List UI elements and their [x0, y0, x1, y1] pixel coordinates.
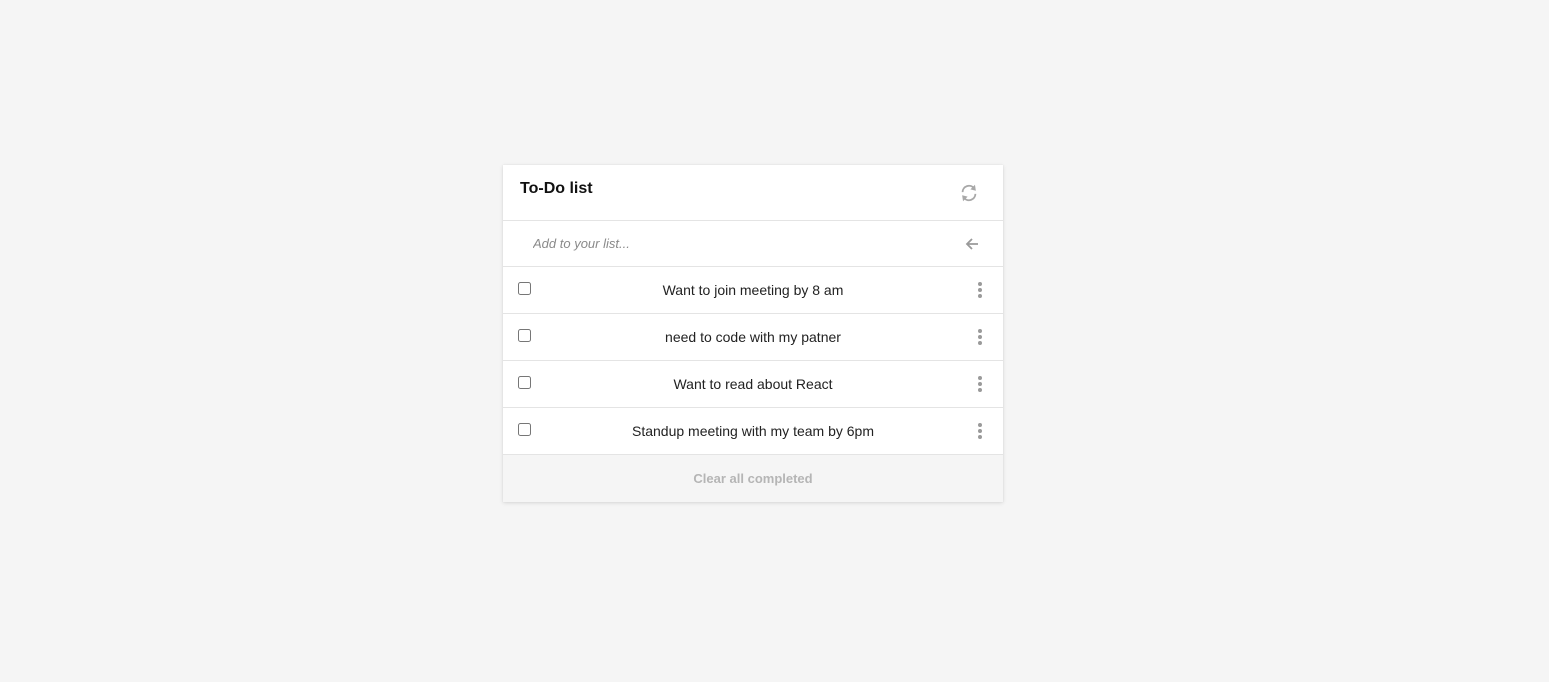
more-vertical-icon	[978, 376, 982, 392]
more-vertical-icon	[978, 282, 982, 298]
more-vertical-icon	[978, 329, 982, 345]
todo-card: To-Do list Want to join meeting by 8 am	[503, 165, 1003, 502]
more-vertical-icon	[978, 423, 982, 439]
todo-item: Want to join meeting by 8 am	[503, 267, 1003, 314]
todo-checkbox[interactable]	[518, 329, 531, 342]
todo-item: Standup meeting with my team by 6pm	[503, 408, 1003, 455]
item-menu-button[interactable]	[976, 376, 984, 392]
item-menu-button[interactable]	[976, 329, 984, 345]
todo-text: Standup meeting with my team by 6pm	[631, 423, 874, 439]
refresh-button[interactable]	[957, 181, 981, 205]
todo-checkbox[interactable]	[518, 282, 531, 295]
refresh-icon	[961, 184, 977, 202]
todo-list: Want to join meeting by 8 am need to cod…	[503, 267, 1003, 455]
card-header: To-Do list	[503, 165, 1003, 221]
item-menu-button[interactable]	[976, 423, 984, 439]
todo-item: need to code with my patner	[503, 314, 1003, 361]
todo-text: Want to join meeting by 8 am	[662, 282, 844, 298]
todo-checkbox[interactable]	[518, 376, 531, 389]
todo-text: need to code with my patner	[665, 329, 841, 345]
clear-completed-button[interactable]: Clear all completed	[685, 467, 820, 490]
add-item-submit-button[interactable]	[963, 235, 981, 253]
card-title: To-Do list	[520, 180, 593, 197]
todo-item: Want to read about React	[503, 361, 1003, 408]
arrow-left-icon	[965, 238, 978, 250]
add-item-row	[503, 221, 1003, 267]
todo-checkbox[interactable]	[518, 423, 531, 436]
card-footer: Clear all completed	[503, 455, 1003, 502]
todo-text: Want to read about React	[673, 376, 833, 392]
item-menu-button[interactable]	[976, 282, 984, 298]
add-item-input[interactable]	[523, 221, 943, 266]
